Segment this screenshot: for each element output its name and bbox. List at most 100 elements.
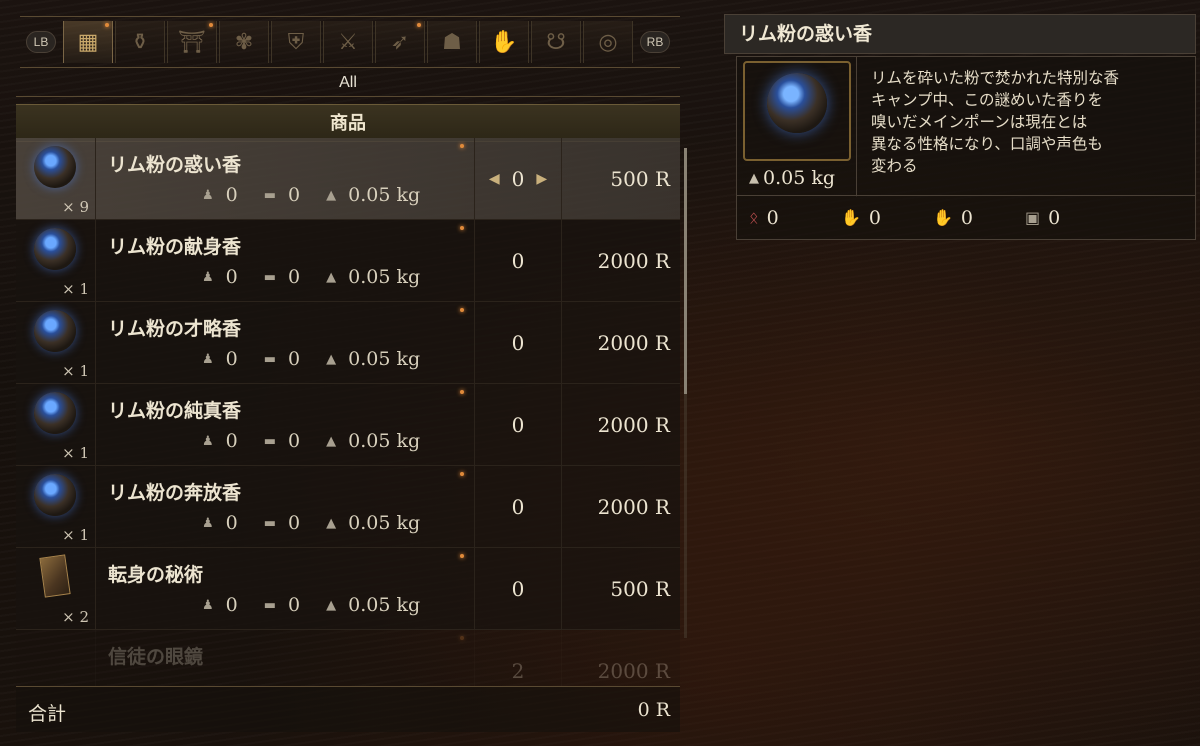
sword-icon: ⚔	[338, 29, 358, 55]
new-indicator	[209, 23, 213, 27]
stat-value: 0	[225, 594, 238, 616]
tab-potion[interactable]: ⚱	[115, 21, 165, 63]
decrease-arrow-icon[interactable]: ◀	[489, 171, 500, 187]
detail-stat: ✋ 0	[841, 207, 933, 229]
stat-strength: ♟ 0	[202, 184, 238, 206]
new-indicator	[460, 226, 464, 230]
item-icon-cell	[16, 630, 96, 686]
detail-weight: ▲ 0.05 kg	[749, 167, 835, 189]
figure-icon: ♟	[202, 515, 214, 531]
detail-title: リム粉の惑い香	[724, 14, 1196, 54]
incense-pouch-icon	[34, 392, 76, 434]
quantity-stepper[interactable]: 0	[474, 466, 562, 548]
stat-storage: ▬ 0	[264, 430, 300, 452]
tab-arm[interactable]: ✋	[479, 21, 529, 63]
tab-gate[interactable]: ⛩	[167, 21, 217, 63]
weight-icon: ▲	[326, 187, 337, 203]
quantity-stepper[interactable]: 0	[474, 384, 562, 466]
chest-icon: ▬	[263, 433, 277, 449]
detail-stats: ᛟ 0 ✋ 0 ✋ 0 ▣ 0	[736, 196, 1196, 240]
stat-value: 0	[225, 430, 238, 452]
tab-grid[interactable]: ▦	[63, 21, 113, 63]
tab-ring[interactable]: ◎	[583, 21, 633, 63]
item-quantity: × 1	[62, 444, 89, 462]
quantity-stepper[interactable]: 0	[474, 548, 562, 630]
ring-icon: ◎	[598, 29, 618, 55]
list-item[interactable]: × 1 リム粉の献身香 ♟ 0 ▬ 0 ▲ 0.05 kg 0 2000 R	[16, 220, 680, 302]
detail-stat: ✋ 0	[933, 207, 1025, 229]
weight-value: 0.05 kg	[348, 266, 421, 288]
new-indicator	[460, 308, 464, 312]
tab-creature[interactable]: ✾	[219, 21, 269, 63]
stat-strength: ♟ 0	[202, 266, 238, 288]
list-item[interactable]: × 1 リム粉の奔放香 ♟ 0 ▬ 0 ▲ 0.05 kg 0 2000 R	[16, 466, 680, 548]
increase-arrow-icon[interactable]: ▶	[536, 171, 547, 187]
chest-icon: ▬	[263, 597, 277, 613]
figure-icon: ♟	[202, 351, 214, 367]
new-indicator	[460, 636, 464, 640]
tab-chest-armor[interactable]: ⛨	[271, 21, 321, 63]
divider	[16, 96, 680, 97]
weight-value: 0.05 kg	[348, 594, 421, 616]
quantity-stepper[interactable]: ◀ 0 ▶	[474, 138, 562, 220]
tab-helmet[interactable]: ☗	[427, 21, 477, 63]
weight-icon: ▲	[326, 597, 337, 613]
stat-value: 0	[288, 184, 301, 206]
item-price: 2000 R	[597, 659, 670, 683]
item-icon-cell: × 2	[16, 548, 96, 630]
item-stats: ♟ 0 ▬ 0 ▲ 0.05 kg	[202, 266, 446, 288]
leg-icon: ☋	[546, 29, 566, 55]
new-indicator	[460, 144, 464, 148]
figure-icon: ♟	[202, 433, 214, 449]
item-stats: ♟ 0 ▬ 0 ▲ 0.05 kg	[202, 594, 446, 616]
item-stats: ♟ 0 ▬ 0 ▲ 0.05 kg	[202, 348, 446, 370]
shop-list-panel: LB ▦ ⚱ ⛩ ✾ ⛨ ⚔ ➶ ☗ ✋ ☋ ◎ RB All 商品 × 9 リム粉の惑い香 ♟ 0 ▬ 0 ▲…	[16, 10, 687, 736]
weight-value: 0.05 kg	[348, 348, 421, 370]
stat-storage: ▬ 0	[264, 266, 300, 288]
quantity-stepper[interactable]: 0	[474, 220, 562, 302]
item-quantity: × 1	[62, 362, 89, 380]
tab-sword[interactable]: ⚔	[323, 21, 373, 63]
item-price: 2000 R	[597, 249, 670, 273]
scrollbar-thumb[interactable]	[684, 148, 687, 394]
stat-storage: ▬ 0	[264, 184, 300, 206]
tab-leg[interactable]: ☋	[531, 21, 581, 63]
quantity-stepper[interactable]: 2	[474, 630, 562, 686]
list-item[interactable]: × 9 リム粉の惑い香 ♟ 0 ▬ 0 ▲ 0.05 kg ◀ 0 ▶ 500 R	[16, 138, 680, 220]
new-indicator	[417, 23, 421, 27]
lb-button[interactable]: LB	[26, 31, 56, 53]
detail-stat-value: 0	[868, 206, 882, 229]
weight-icon: ▲	[749, 170, 759, 186]
stat-value: 0	[225, 348, 238, 370]
item-quantity: × 9	[62, 198, 89, 216]
tab-bow[interactable]: ➶	[375, 21, 425, 63]
incense-pouch-icon	[34, 146, 76, 188]
item-stats: ♟ 0 ▬ 0 ▲ 0.05 kg	[202, 430, 446, 452]
list-item[interactable]: × 2 転身の秘術 ♟ 0 ▬ 0 ▲ 0.05 kg 0 500 R	[16, 548, 680, 630]
list-item[interactable]: × 1 リム粉の純真香 ♟ 0 ▬ 0 ▲ 0.05 kg 0 2000 R	[16, 384, 680, 466]
chest-icon: ▬	[263, 187, 277, 203]
figure-icon: ♟	[202, 269, 214, 285]
list-item[interactable]: × 1 リム粉の才略香 ♟ 0 ▬ 0 ▲ 0.05 kg 0 2000 R	[16, 302, 680, 384]
item-icon-cell: × 9	[16, 138, 96, 220]
new-indicator	[460, 472, 464, 476]
item-price: 500 R	[610, 577, 670, 601]
item-icon-cell: × 1	[16, 302, 96, 384]
filter-label: All	[339, 74, 357, 91]
list-item[interactable]: 信徒の眼鏡 2 2000 R	[16, 630, 680, 686]
incense-pouch-icon	[34, 228, 76, 270]
figure-icon: ♟	[202, 597, 214, 613]
quantity-stepper[interactable]: 0	[474, 302, 562, 384]
rb-button[interactable]: RB	[640, 31, 670, 53]
item-name: リム粉の惑い香	[108, 154, 242, 176]
chest-icon: ▣	[1025, 208, 1041, 227]
item-detail-panel: リム粉の惑い香 ▲ 0.05 kg リムを砕いた粉で焚かれた特別な香 キャンプ中…	[724, 14, 1196, 240]
item-stats: ♟ 0 ▬ 0 ▲ 0.05 kg	[202, 512, 446, 534]
bone-hand-icon: ✋	[933, 208, 953, 227]
potion-icon: ⚱	[130, 29, 150, 55]
stat-value: 0	[225, 512, 238, 534]
stat-weight: ▲ 0.05 kg	[326, 430, 420, 452]
stat-weight: ▲ 0.05 kg	[326, 184, 420, 206]
blue-hand-icon: ✋	[841, 208, 861, 227]
stat-value: 0	[225, 266, 238, 288]
